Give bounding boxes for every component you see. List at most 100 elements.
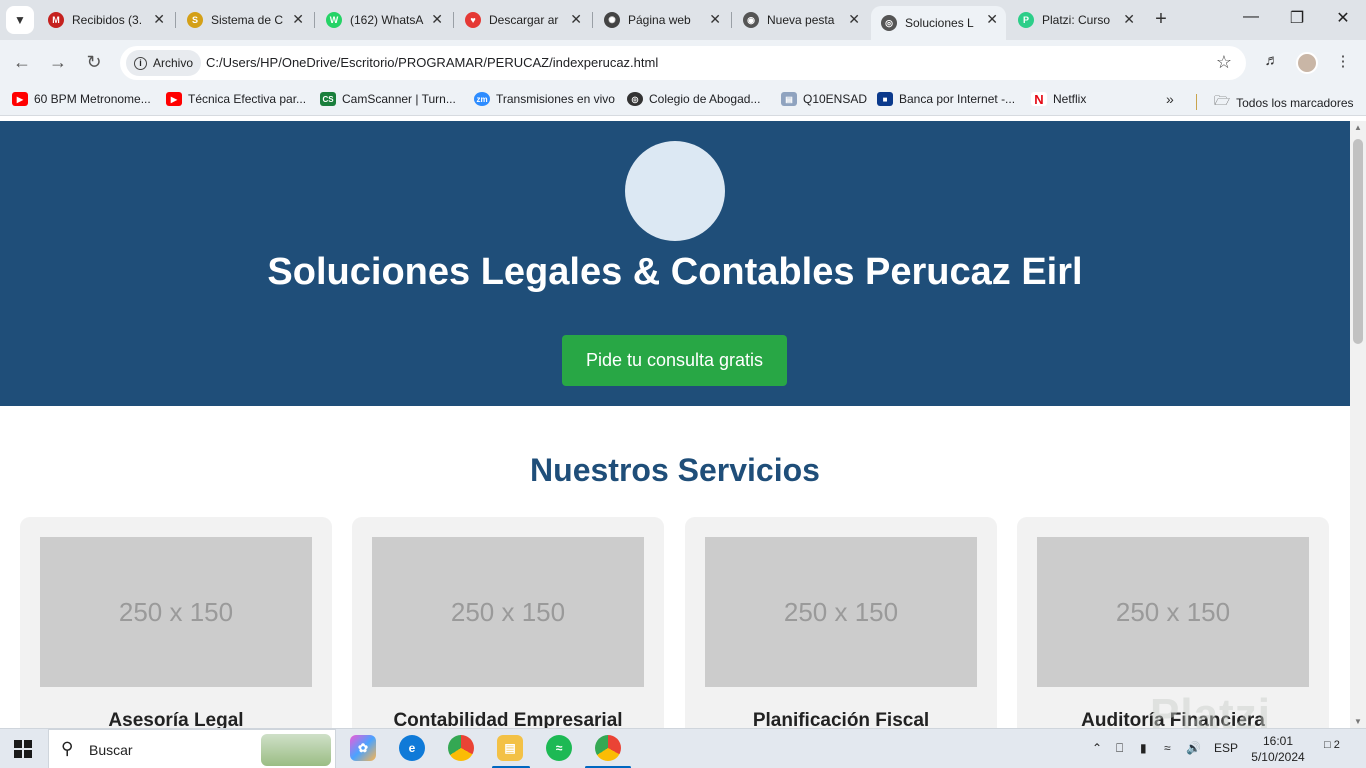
service-image-placeholder: 250 x 150 xyxy=(705,537,977,687)
tab-label: Descargar ar xyxy=(489,13,559,27)
folder-icon: 🗁 xyxy=(1214,93,1231,108)
tab-separator xyxy=(314,12,315,28)
more-bookmarks-icon[interactable]: » xyxy=(1166,91,1174,107)
notifications-button[interactable]: □ 2 xyxy=(1324,739,1346,759)
service-image-placeholder: 250 x 150 xyxy=(40,537,312,687)
bookmark-label: Todos los marcadores xyxy=(1236,96,1354,110)
tab-search-button[interactable]: ▼ xyxy=(6,6,34,34)
tab-nueva-pestana[interactable]: ◉ Nueva pesta ✕ xyxy=(733,6,868,34)
service-title: Contabilidad Empresarial xyxy=(393,710,623,728)
close-icon[interactable]: ✕ xyxy=(292,11,304,28)
reload-button[interactable]: ↻ xyxy=(83,52,105,73)
page-scrollbar[interactable]: ▲ ▼ xyxy=(1350,121,1366,728)
kebab-menu-icon[interactable]: ⋮ xyxy=(1332,52,1354,70)
close-icon[interactable]: ✕ xyxy=(848,11,860,28)
bookmark-item[interactable]: ◎ Colegio de Abogad... xyxy=(627,92,760,106)
bookmark-label: Transmisiones en vivo xyxy=(496,92,615,106)
forward-button[interactable]: → xyxy=(47,52,69,73)
bookmark-label: Técnica Efectiva par... xyxy=(188,92,307,106)
copilot-icon[interactable]: ✿ xyxy=(350,735,376,761)
service-title: Planificación Fiscal xyxy=(752,710,930,728)
page-viewport: Soluciones Legales & Contables Perucaz E… xyxy=(0,121,1350,728)
tab-separator xyxy=(731,12,732,28)
bookmarks-bar: ▶ 60 BPM Metronome... ▶ Técnica Efectiva p… xyxy=(0,86,1366,116)
sistema-icon: S xyxy=(187,12,203,28)
close-icon[interactable]: ✕ xyxy=(709,11,721,28)
media-controls-icon[interactable]: ♬ xyxy=(1261,52,1283,69)
close-icon[interactable]: ✕ xyxy=(986,11,998,28)
tray-chevron-icon[interactable]: ⌃ xyxy=(1092,741,1102,755)
scroll-down-icon[interactable]: ▼ xyxy=(1354,717,1362,726)
tab-label: Recibidos (3. xyxy=(72,13,143,27)
system-clock[interactable]: 16:01 5/10/2024 xyxy=(1248,733,1308,765)
language-indicator[interactable]: ESP xyxy=(1214,741,1238,755)
tab-pagina-web[interactable]: ✺ Página web ✕ xyxy=(594,6,729,34)
chrome-active-icon[interactable] xyxy=(595,735,621,761)
tab-label: Platzi: Curso xyxy=(1042,13,1111,27)
tab-descargar[interactable]: ♥ Descargar ar ✕ xyxy=(455,6,590,34)
volume-icon[interactable]: 🔊 xyxy=(1186,741,1201,755)
browser-toolbar: ← → ↻ i Archivo C:/Users/HP/OneDrive/Esc… xyxy=(0,40,1366,86)
spotify-icon[interactable]: ≈ xyxy=(546,735,572,761)
edge-icon[interactable]: e xyxy=(399,735,425,761)
file-explorer-icon[interactable]: ▤ xyxy=(497,735,523,761)
hero-section: Soluciones Legales & Contables Perucaz E… xyxy=(0,121,1350,406)
taskbar-search[interactable]: ⚲ Buscar xyxy=(48,729,336,768)
close-icon[interactable]: ✕ xyxy=(431,11,443,28)
windows-start-icon[interactable] xyxy=(14,740,32,758)
tray-device-icon[interactable]: ⎕ xyxy=(1116,741,1123,756)
tab-strip: ▼ M Recibidos (3. ✕ S Sistema de C ✕ W (… xyxy=(0,0,1366,40)
tab-label: Nueva pesta xyxy=(767,13,835,27)
scroll-up-icon[interactable]: ▲ xyxy=(1354,123,1362,132)
hero-title: Soluciones Legales & Contables Perucaz E… xyxy=(267,251,1083,293)
bookmark-item[interactable]: ▶ 60 BPM Metronome... xyxy=(12,92,151,106)
tab-sistema[interactable]: S Sistema de C ✕ xyxy=(177,6,312,34)
chrome-icon: ◉ xyxy=(743,12,759,28)
bookmark-item[interactable]: ▤ Q10ENSAD xyxy=(781,92,867,106)
clock-date: 5/10/2024 xyxy=(1251,750,1305,764)
tab-soluciones-active[interactable]: ◎ Soluciones L ✕ xyxy=(871,6,1006,40)
youtube-icon: ▶ xyxy=(166,92,182,106)
tab-separator xyxy=(175,12,176,28)
globe-icon: ◎ xyxy=(881,15,897,31)
tab-label: Sistema de C xyxy=(211,13,284,27)
tab-whatsapp[interactable]: W (162) WhatsA ✕ xyxy=(316,6,451,34)
url-text[interactable]: C:/Users/HP/OneDrive/Escritorio/PROGRAMA… xyxy=(206,55,658,70)
netflix-icon: N xyxy=(1031,92,1047,107)
close-icon[interactable]: ✕ xyxy=(153,11,165,28)
clock-time: 16:01 xyxy=(1262,734,1294,748)
battery-icon[interactable]: ▮ xyxy=(1140,741,1147,755)
download-icon: ♥ xyxy=(465,12,481,28)
tab-gmail[interactable]: M Recibidos (3. ✕ xyxy=(38,6,173,34)
search-icon: ⚲ xyxy=(61,739,74,758)
site-info-chip[interactable]: i Archivo xyxy=(126,50,202,76)
consulta-gratis-button[interactable]: Pide tu consulta gratis xyxy=(562,335,787,386)
back-button[interactable]: ← xyxy=(11,52,33,73)
bookmark-item[interactable]: N Netflix xyxy=(1031,92,1086,107)
bookmark-item[interactable]: CS CamScanner | Turn... xyxy=(320,92,456,106)
tab-label: Soluciones L xyxy=(905,16,974,30)
search-highlight-image xyxy=(261,734,331,766)
bookmark-item[interactable]: ■ Banca por Internet -... xyxy=(877,92,1015,106)
bookmark-item[interactable]: ▶ Técnica Efectiva par... xyxy=(166,92,306,106)
chip-label: Archivo xyxy=(153,56,194,70)
notification-count: 2 xyxy=(1333,739,1340,751)
all-bookmarks-folder[interactable]: 🗁 Todos los marcadores xyxy=(1214,92,1354,114)
wifi-icon[interactable]: ≈ xyxy=(1164,741,1171,755)
minimize-button[interactable]: — xyxy=(1228,8,1274,26)
bookmark-item[interactable]: zm Transmisiones en vivo xyxy=(474,92,615,106)
service-card: 250 x 150 Asesoría Legal xyxy=(20,517,332,728)
address-bar[interactable]: i Archivo C:/Users/HP/OneDrive/Escritori… xyxy=(120,46,1246,80)
profile-avatar[interactable] xyxy=(1296,52,1318,74)
close-icon[interactable]: ✕ xyxy=(570,11,582,28)
chrome-icon[interactable] xyxy=(448,735,474,761)
chatgpt-icon: ✺ xyxy=(604,12,620,28)
gmail-icon: M xyxy=(48,12,64,28)
tab-platzi[interactable]: P Platzi: Curso ✕ xyxy=(1008,6,1143,34)
close-icon[interactable]: ✕ xyxy=(1123,11,1135,28)
scrollbar-thumb[interactable] xyxy=(1353,139,1363,344)
new-tab-button[interactable]: + xyxy=(1150,8,1172,31)
bookmark-star-icon[interactable]: ☆ xyxy=(1216,52,1232,73)
restore-button[interactable]: ❐ xyxy=(1274,8,1320,28)
close-window-button[interactable]: ✕ xyxy=(1320,8,1366,28)
